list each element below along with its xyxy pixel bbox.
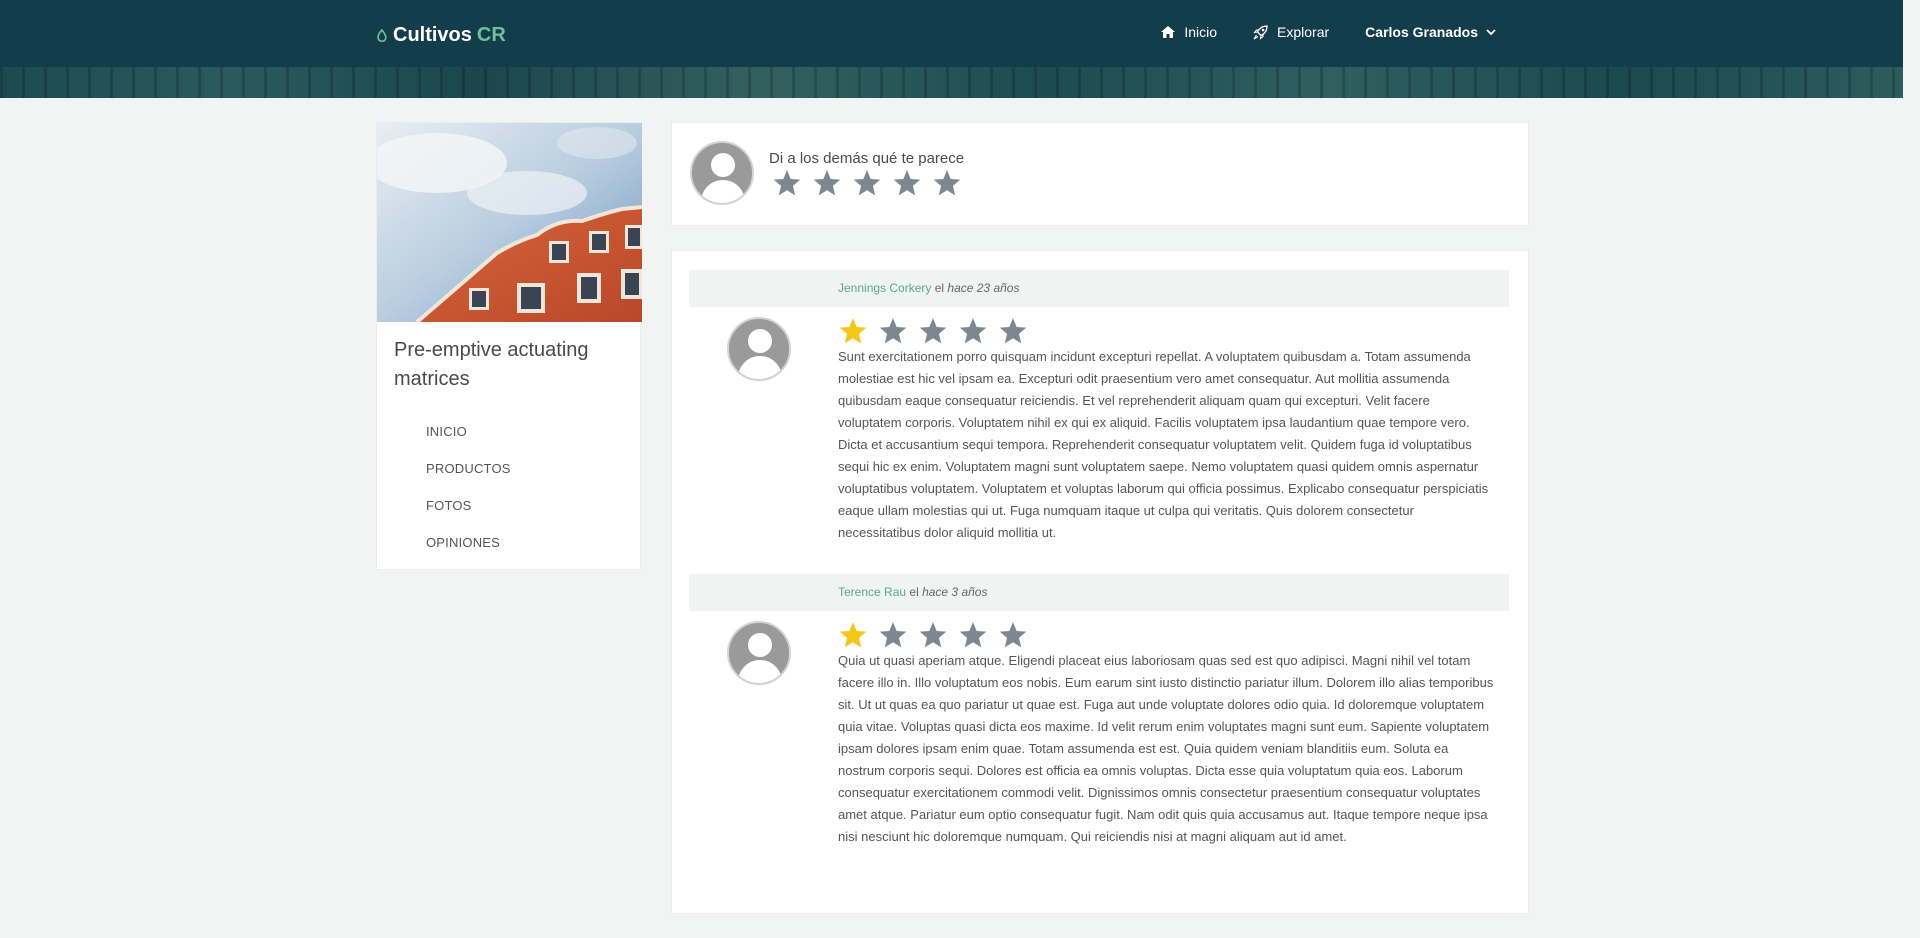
review-time: hace 23 años <box>947 281 1020 295</box>
menu-item-opiniones[interactable]: OPINIONES <box>426 524 511 561</box>
star-icon <box>959 318 987 344</box>
rate-stars <box>772 168 962 198</box>
nav-explore[interactable]: Explorar <box>1253 24 1329 40</box>
rate-prompt: Di a los demás qué te parece <box>769 150 965 167</box>
nav-explore-label: Explorar <box>1277 24 1330 40</box>
avatar <box>727 317 791 381</box>
star-filled-icon <box>839 318 867 344</box>
menu-item-inicio[interactable]: INICIO <box>426 413 511 450</box>
star-icon <box>919 318 947 344</box>
brand-accent: CR <box>476 24 506 46</box>
hero-banner <box>0 67 1903 98</box>
rate-card: Di a los demás qué te parece <box>671 122 1529 226</box>
menu-item-fotos[interactable]: FOTOS <box>426 487 511 524</box>
top-navbar: Cultivos CR Inicio Explorar Carlos Grana… <box>0 0 1903 67</box>
review-connector: el <box>934 281 945 295</box>
review-header: Jennings Corkery el hace 23 años <box>689 270 1509 307</box>
rocket-icon <box>1253 24 1268 40</box>
user-name: Carlos Granados <box>1365 24 1478 40</box>
review-stars <box>838 620 1028 650</box>
star-icon[interactable] <box>892 168 922 198</box>
review-stars <box>838 316 1028 346</box>
reviews-card: Jennings Corkery el hace 23 años Sunt ex… <box>671 250 1529 914</box>
brand-name: Cultivos <box>393 24 472 46</box>
menu-item-productos[interactable]: PRODUCTOS <box>426 450 511 487</box>
main-nav: Inicio Explorar Carlos Granados <box>1161 24 1496 40</box>
avatar <box>727 621 791 685</box>
place-title: Pre-emptive actuating matrices <box>394 339 589 390</box>
star-icon[interactable] <box>932 168 962 198</box>
review-text: Quia ut quasi aperiam atque. Eligendi pl… <box>838 653 1494 844</box>
chevron-down-icon <box>1486 28 1496 35</box>
review-text: Sunt exercitationem porro quisquam incid… <box>838 349 1489 540</box>
place-menu: INICIO PRODUCTOS FOTOS OPINIONES <box>426 413 511 561</box>
nav-home[interactable]: Inicio <box>1161 24 1217 40</box>
star-icon[interactable] <box>772 168 802 198</box>
brand-logo[interactable]: Cultivos CR <box>376 24 506 47</box>
star-icon <box>999 318 1027 344</box>
review-connector: el <box>909 585 919 599</box>
review-author[interactable]: Jennings Corkery <box>838 281 931 295</box>
star-icon[interactable] <box>852 168 882 198</box>
star-icon <box>879 622 907 648</box>
place-card: Pre-emptive actuating matrices INICIO PR… <box>376 122 642 570</box>
star-icon <box>879 318 907 344</box>
review-header: Terence Rau el hace 3 años <box>689 574 1509 611</box>
review-author[interactable]: Terence Rau <box>838 585 906 599</box>
star-filled-icon <box>839 622 867 648</box>
star-icon <box>919 622 947 648</box>
nav-home-label: Inicio <box>1184 24 1218 40</box>
star-icon <box>959 622 987 648</box>
leaf-icon <box>377 28 387 42</box>
home-icon <box>1161 26 1176 38</box>
review-time: hace 3 años <box>922 585 988 599</box>
user-menu[interactable]: Carlos Granados <box>1365 24 1496 40</box>
star-icon[interactable] <box>812 168 842 198</box>
star-icon <box>999 622 1027 648</box>
avatar <box>690 141 754 205</box>
place-photo <box>377 123 642 322</box>
